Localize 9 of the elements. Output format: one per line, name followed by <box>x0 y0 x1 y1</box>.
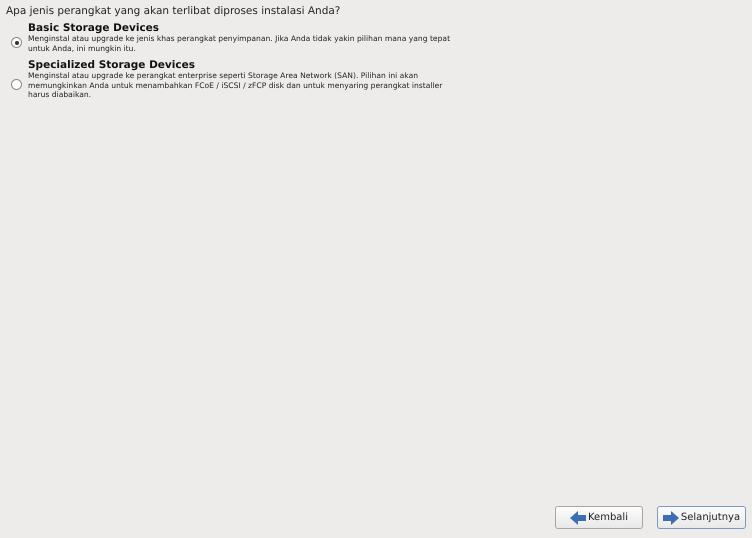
radio-button[interactable] <box>11 37 22 48</box>
option-title: Basic Storage Devices <box>28 22 160 34</box>
next-button[interactable]: Selanjutnya <box>657 506 746 529</box>
question-text: Apa jenis perangkat yang akan terlibat diproses instalasi Anda? <box>6 4 342 18</box>
right-arrow-icon <box>662 510 679 524</box>
back-button[interactable]: Kembali <box>555 506 643 529</box>
radio-button[interactable] <box>11 78 22 90</box>
option-title: Specialized Storage Devices <box>28 59 196 71</box>
left-arrow-icon <box>570 510 586 524</box>
